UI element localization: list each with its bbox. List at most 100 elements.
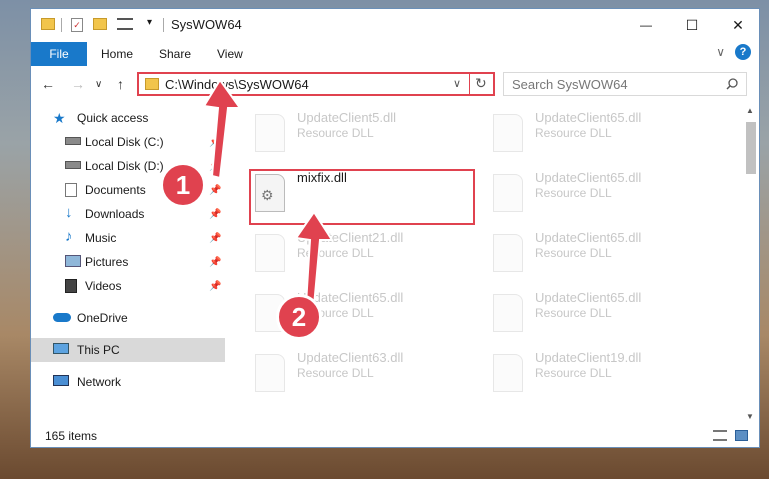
pin-icon[interactable]: 📌 bbox=[209, 209, 221, 220]
highlight-box-mixfix bbox=[249, 169, 475, 225]
folder-icon bbox=[145, 78, 159, 90]
scroll-down-icon[interactable]: ▼ bbox=[746, 412, 754, 421]
sidebar-item-label: OneDrive bbox=[77, 311, 128, 325]
dll-file-icon bbox=[493, 114, 523, 152]
dll-file-icon bbox=[493, 174, 523, 212]
file-type: Resource DLL bbox=[297, 126, 374, 140]
back-button[interactable]: ← bbox=[41, 76, 55, 92]
scroll-up-icon[interactable]: ▲ bbox=[746, 106, 754, 115]
drive-icon bbox=[65, 137, 81, 145]
tab-home[interactable]: Home bbox=[101, 47, 133, 61]
sidebar-item-label: Music bbox=[85, 231, 117, 245]
star-icon: ★ bbox=[53, 110, 66, 126]
tab-view[interactable]: View bbox=[217, 47, 243, 61]
ribbon-tabs: File Home Share View ∨ ? bbox=[31, 42, 759, 66]
file-type: Resource DLL bbox=[535, 366, 612, 380]
sidebar-item-this-pc[interactable]: This PC bbox=[31, 338, 225, 362]
dll-file-icon bbox=[255, 114, 285, 152]
sidebar-item-downloads[interactable]: ↓ Downloads 📌 bbox=[31, 202, 225, 226]
cloud-icon bbox=[53, 313, 71, 322]
tab-file[interactable]: File bbox=[31, 42, 87, 66]
status-bar: 165 items bbox=[31, 427, 759, 447]
window-title: SysWOW64 bbox=[171, 17, 242, 32]
sidebar-item-label: Documents bbox=[85, 183, 146, 197]
large-icons-view-icon[interactable] bbox=[735, 430, 748, 441]
dll-file-icon bbox=[255, 354, 285, 392]
list-item[interactable]: UpdateClient21.dll Resource DLL bbox=[249, 228, 469, 286]
sidebar-item-videos[interactable]: Videos 📌 bbox=[31, 274, 225, 298]
list-item[interactable]: UpdateClient65.dll Resource DLL bbox=[487, 168, 707, 226]
file-type: Resource DLL bbox=[535, 306, 612, 320]
file-type: Resource DLL bbox=[535, 186, 612, 200]
file-type: Resource DLL bbox=[535, 126, 612, 140]
file-name: UpdateClient65.dll bbox=[535, 230, 642, 245]
file-name: UpdateClient65.dll bbox=[535, 290, 642, 305]
sidebar-item-label: Local Disk (D:) bbox=[85, 159, 164, 173]
file-name: UpdateClient19.dll bbox=[535, 350, 642, 365]
search-input[interactable]: Search SysWOW64 bbox=[512, 77, 628, 92]
search-icon[interactable] bbox=[726, 78, 738, 90]
search-box[interactable]: Search SysWOW64 bbox=[503, 72, 747, 96]
music-icon: ♪ bbox=[65, 228, 73, 245]
list-item[interactable]: UpdateClient65.dll Resource DLL bbox=[487, 228, 707, 286]
dll-file-icon bbox=[493, 294, 523, 332]
toolbar-dropdown-icon[interactable]: ▾ bbox=[147, 17, 152, 28]
vertical-scrollbar[interactable]: ▲ ▼ bbox=[743, 104, 759, 424]
file-name: UpdateClient5.dll bbox=[297, 110, 397, 125]
recent-locations-button[interactable]: ∨ bbox=[95, 79, 102, 90]
sidebar-item-network[interactable]: Network bbox=[31, 370, 225, 394]
network-icon bbox=[53, 375, 69, 386]
new-folder-icon[interactable] bbox=[93, 18, 107, 30]
pin-icon[interactable]: 📌 bbox=[209, 281, 221, 292]
sidebar-item-music[interactable]: ♪ Music 📌 bbox=[31, 226, 225, 250]
file-name: UpdateClient63.dll bbox=[297, 350, 404, 365]
divider bbox=[61, 18, 62, 32]
sidebar-item-label: Downloads bbox=[85, 207, 145, 221]
computer-icon bbox=[53, 343, 69, 354]
file-type: Resource DLL bbox=[297, 366, 374, 380]
divider bbox=[469, 74, 470, 94]
file-type: Resource DLL bbox=[535, 246, 612, 260]
forward-button[interactable]: → bbox=[71, 76, 85, 92]
customize-toolbar-icon[interactable] bbox=[117, 18, 133, 30]
title-bar: ✓ ▾ SysWOW64 — ☐ ✕ bbox=[31, 9, 759, 42]
scrollbar-thumb[interactable] bbox=[746, 122, 756, 174]
address-dropdown-icon[interactable]: ∨ bbox=[453, 77, 461, 90]
list-item[interactable]: UpdateClient19.dll Resource DLL bbox=[487, 348, 707, 406]
download-icon: ↓ bbox=[65, 204, 73, 221]
item-count: 165 items bbox=[45, 429, 98, 443]
expand-ribbon-icon[interactable]: ∨ bbox=[716, 45, 725, 59]
up-button[interactable]: ↑ bbox=[117, 76, 124, 92]
file-name: UpdateClient65.dll bbox=[535, 110, 642, 125]
annotation-badge-1: 1 bbox=[160, 162, 206, 208]
sidebar-item-label: Videos bbox=[85, 279, 122, 293]
list-item[interactable]: UpdateClient65.dll Resource DLL bbox=[487, 108, 707, 166]
sidebar-item-label: Quick access bbox=[77, 111, 149, 125]
videos-icon bbox=[65, 279, 77, 293]
pin-icon[interactable]: 📌 bbox=[209, 233, 221, 244]
sidebar-item-pictures[interactable]: Pictures 📌 bbox=[31, 250, 225, 274]
file-name: UpdateClient65.dll bbox=[535, 170, 642, 185]
close-button[interactable]: ✕ bbox=[715, 9, 759, 41]
annotation-badge-2: 2 bbox=[276, 294, 322, 340]
sidebar-item-label: This PC bbox=[77, 343, 120, 357]
sidebar-item-label: Network bbox=[77, 375, 122, 389]
tab-share[interactable]: Share bbox=[159, 47, 191, 61]
minimize-button[interactable]: — bbox=[623, 9, 669, 41]
properties-icon[interactable]: ✓ bbox=[71, 18, 83, 32]
refresh-icon[interactable]: ↻ bbox=[475, 75, 487, 92]
pin-icon[interactable]: 📌 bbox=[209, 257, 221, 268]
maximize-button[interactable]: ☐ bbox=[669, 9, 715, 41]
details-view-icon[interactable] bbox=[713, 430, 727, 441]
sidebar-item-label: Local Disk (C:) bbox=[85, 135, 164, 149]
divider bbox=[163, 18, 164, 32]
list-item[interactable]: UpdateClient63.dll Resource DLL bbox=[249, 348, 469, 406]
pictures-icon bbox=[65, 255, 81, 267]
dll-file-icon bbox=[255, 234, 285, 272]
list-item[interactable]: UpdateClient65.dll Resource DLL bbox=[487, 288, 707, 346]
help-icon[interactable]: ? bbox=[735, 44, 751, 60]
sidebar-item-onedrive[interactable]: OneDrive bbox=[31, 306, 225, 330]
explorer-window: ✓ ▾ SysWOW64 — ☐ ✕ File Home Share View … bbox=[30, 8, 760, 448]
folder-icon bbox=[41, 18, 55, 30]
list-item[interactable]: UpdateClient5.dll Resource DLL bbox=[249, 108, 469, 166]
